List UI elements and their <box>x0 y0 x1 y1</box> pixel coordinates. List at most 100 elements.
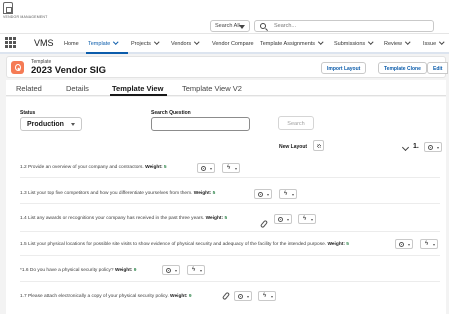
nav-item-label: Review <box>384 41 403 47</box>
question-action-button[interactable]: ϟ <box>420 239 438 249</box>
question-text: 1.4 List any awards or recognitions your… <box>20 216 205 221</box>
row-divider <box>20 231 440 232</box>
search-button[interactable]: Search <box>278 116 314 130</box>
question-action-button[interactable]: ϟ <box>298 214 316 224</box>
nav-item-label: Vendors <box>171 41 192 47</box>
template-clone-button[interactable]: Template Clone <box>378 62 427 74</box>
record-title: 2023 Vendor SIG <box>31 65 106 76</box>
chevron-down-icon[interactable] <box>405 39 411 45</box>
tab-related[interactable]: Related <box>16 84 42 93</box>
question-options-button[interactable] <box>234 291 252 301</box>
caret-down-icon <box>246 296 249 298</box>
lightning-icon: ϟ <box>425 241 429 247</box>
caret-down-icon <box>291 194 294 196</box>
tab-details[interactable]: Details <box>66 84 89 93</box>
chevron-down-icon[interactable] <box>318 39 324 45</box>
nav-item-label: Template <box>88 41 111 47</box>
caret-down-icon <box>266 194 269 196</box>
question-text: 1.7 Please attach electronically a copy … <box>20 294 169 299</box>
caret-down-icon <box>199 270 202 272</box>
question-row: 1.5 List your physical locations for pos… <box>20 242 349 247</box>
active-tab-indicator <box>110 94 167 96</box>
chevron-down-icon[interactable] <box>439 39 445 45</box>
edit-button[interactable]: Edit <box>427 62 449 74</box>
question-options-button[interactable] <box>254 189 272 199</box>
version-settings-button[interactable] <box>424 142 442 152</box>
caret-down-icon <box>174 270 177 272</box>
weight-label: Weight: <box>193 191 212 196</box>
status-label: Status <box>20 110 36 116</box>
app-nav-bar: VMS Home Template Projects Vendors Vendo… <box>0 34 449 54</box>
import-layout-button[interactable]: Import Layout <box>321 62 367 74</box>
lightning-icon: ϟ <box>303 216 307 222</box>
weight-value: 5 <box>163 165 167 170</box>
weight-label: Weight: <box>145 165 163 170</box>
app-name: VMS <box>34 38 54 48</box>
new-layout-label: New Layout <box>279 144 308 150</box>
question-options-button[interactable] <box>395 239 413 249</box>
search-placeholder: Search... <box>274 23 297 29</box>
row-divider <box>20 203 440 204</box>
question-row: *1.6 Do you have a physical security pol… <box>20 268 136 273</box>
gear-icon <box>238 294 243 299</box>
caret-down-icon <box>209 168 212 170</box>
search-scope-select[interactable]: Search All <box>210 20 250 32</box>
nav-item-template-assignments[interactable]: Template Assignments <box>260 39 324 47</box>
tab-template-view[interactable]: Template View <box>112 84 163 93</box>
question-text: 1.2 Provide an overview of your company … <box>20 165 144 170</box>
tab-template-view-v2[interactable]: Template View V2 <box>182 84 242 93</box>
lightning-icon: ϟ <box>227 165 231 171</box>
caret-down-icon <box>286 219 289 221</box>
active-nav-indicator <box>86 52 128 54</box>
question-action-button[interactable]: ϟ <box>258 291 276 301</box>
nav-item-projects[interactable]: Projects <box>131 39 160 47</box>
status-value: Production <box>27 121 64 128</box>
chevron-down-icon[interactable] <box>113 39 119 45</box>
nav-item-submissions[interactable]: Submissions <box>334 39 374 47</box>
question-action-button[interactable]: ϟ <box>187 265 205 275</box>
weight-label: Weight: <box>170 294 188 299</box>
caret-down-icon <box>71 123 75 126</box>
question-row: 1.3 List your top five competitors and h… <box>20 191 215 196</box>
caret-down-icon <box>407 244 410 246</box>
nav-item-vendors[interactable]: Vendors <box>171 39 200 47</box>
gear-icon <box>428 145 433 150</box>
chevron-down-icon[interactable] <box>154 39 160 45</box>
nav-item-template[interactable]: Template <box>88 39 119 47</box>
weight-value: 9 <box>133 268 137 273</box>
row-divider <box>20 255 440 256</box>
chevron-down-icon[interactable] <box>194 39 200 45</box>
question-action-button[interactable]: ϟ <box>279 189 297 199</box>
lightning-icon: ϟ <box>284 191 288 197</box>
nav-item-label: Issue <box>423 41 437 47</box>
question-action-button[interactable]: ϟ <box>222 163 240 173</box>
row-divider <box>20 281 440 282</box>
weight-label: Weight: <box>114 268 133 273</box>
question-options-button[interactable] <box>162 265 180 275</box>
nav-item-issue[interactable]: Issue <box>423 39 445 47</box>
gear-icon <box>399 242 404 247</box>
weight-label: Weight: <box>327 242 345 247</box>
company-logo[interactable]: VENDOR MANAGEMENT <box>3 2 49 29</box>
gear-icon <box>278 217 283 222</box>
question-options-button[interactable] <box>197 163 215 173</box>
layout-settings-button[interactable] <box>313 140 324 151</box>
logo-text: VENDOR MANAGEMENT <box>3 15 48 19</box>
global-header: VENDOR MANAGEMENT Search All Search... <box>0 0 449 34</box>
nav-item-vendor-compare[interactable]: Vendor Compare <box>212 41 254 47</box>
app-launcher-icon[interactable] <box>5 37 16 48</box>
nav-item-home[interactable]: Home <box>64 41 79 47</box>
nav-item-label: Vendor Compare <box>212 41 254 47</box>
chevron-down-icon[interactable] <box>368 39 374 45</box>
caret-down-icon <box>234 168 237 170</box>
search-question-input[interactable] <box>151 117 250 131</box>
search-scope-label: Search All <box>215 23 240 29</box>
caret-down-icon <box>270 296 273 298</box>
question-options-button[interactable] <box>274 214 292 224</box>
global-search-input[interactable]: Search... <box>254 20 434 32</box>
status-select[interactable]: Production <box>20 117 82 131</box>
nav-item-review[interactable]: Review <box>384 39 411 47</box>
search-question-label: Search Question <box>151 110 191 116</box>
caret-down-icon <box>239 25 245 29</box>
nav-item-label: Projects <box>131 41 151 47</box>
